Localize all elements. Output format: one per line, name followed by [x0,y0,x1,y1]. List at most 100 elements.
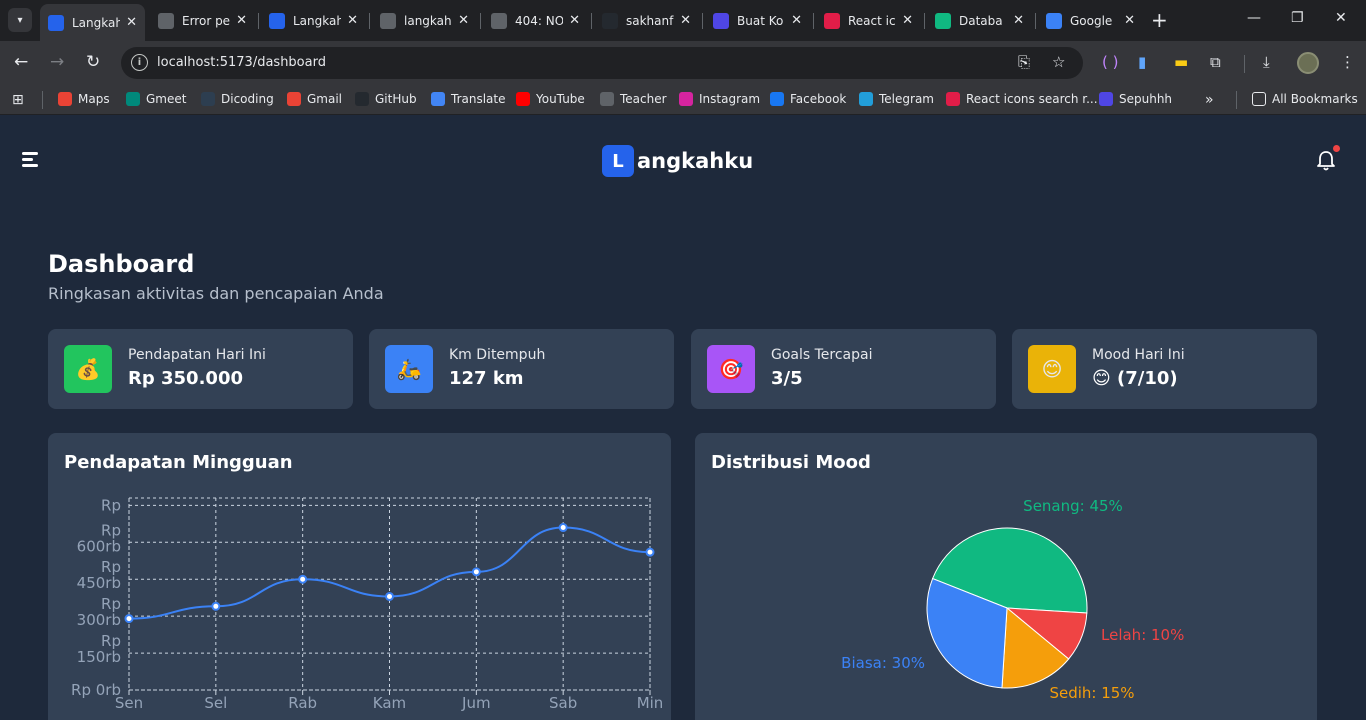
stat-label: Mood Hari Ini [1092,347,1185,363]
bookmark-favicon-icon [859,92,873,106]
tab-search-icon[interactable]: ▾ [8,8,32,32]
bookmark-item[interactable]: Dicoding [201,92,274,106]
bookmark-item[interactable]: Maps [58,92,110,106]
address-bar[interactable]: i localhost:5173/dashboard ⎘ ☆ [121,47,1083,79]
bookmark-item[interactable]: GitHub [355,92,417,106]
tab-divider [258,13,259,29]
y-tick-label: Rp 300rb [77,595,121,629]
browser-tab[interactable]: Databa ✕ [927,6,1032,35]
bookmark-item[interactable]: Facebook [770,92,846,106]
stat-card: 🎯 Goals Tercapai 3/5 [691,329,996,409]
bookmark-item[interactable]: Gmail [287,92,342,106]
bookmark-item[interactable]: Sepuhhh [1099,92,1172,106]
close-tab-icon[interactable]: ✕ [236,13,247,28]
tab-title: Langkahku [72,15,121,30]
close-window-icon[interactable]: ✕ [1335,10,1347,26]
minimize-icon[interactable]: — [1247,10,1261,26]
browser-toolbar: ← → ↻ i localhost:5173/dashboard ⎘ ☆ ( )… [0,41,1366,85]
tab-title: 404: NOT [515,13,564,28]
x-tick-label: Rab [288,694,317,712]
tab-divider [480,13,481,29]
extensions-puzzle-icon[interactable]: ⧉ [1210,53,1221,71]
toolbar-divider [1244,55,1245,73]
close-tab-icon[interactable]: ✕ [902,13,913,28]
close-tab-icon[interactable]: ✕ [458,13,469,28]
install-app-icon[interactable]: ⎘ [1018,53,1030,71]
stat-value: 😊 (7/10) [1092,368,1178,389]
close-tab-icon[interactable]: ✕ [1013,13,1024,28]
profile-avatar[interactable] [1297,52,1319,74]
stat-label: Km Ditempuh [449,347,546,363]
bookmark-label: YouTube [536,92,585,106]
stat-value: 127 km [449,368,524,389]
kebab-menu-icon[interactable]: ⋮ [1340,53,1355,71]
bookmark-favicon-icon [126,92,140,106]
site-info-icon[interactable]: i [131,54,148,71]
tab-title: langkahku [404,13,452,28]
close-tab-icon[interactable]: ✕ [569,13,580,28]
folder-extension-icon[interactable]: ▬ [1174,53,1188,71]
more-bookmarks-icon[interactable]: » [1205,92,1214,108]
hamburger-menu-icon[interactable] [22,152,42,168]
notification-bell-icon[interactable] [1316,150,1336,172]
stat-value: Rp 350.000 [128,368,243,389]
stat-card: 😊 Mood Hari Ini 😊 (7/10) [1012,329,1317,409]
y-tick-label: Rp 450rb [77,558,121,592]
bookmark-item[interactable]: Translate [431,92,506,106]
y-tick-label-part: 450rb [77,574,121,592]
back-icon[interactable]: ← [14,52,28,72]
clipboard-extension-icon[interactable]: ▮ [1138,53,1146,71]
brand-logo[interactable]: L angkahku [602,145,753,177]
stat-label: Pendapatan Hari Ini [128,347,266,363]
smile-icon: 😊 [1028,345,1076,393]
page-title: Dashboard [48,250,195,278]
browser-tab[interactable]: React ic ✕ [816,6,921,35]
browser-tab[interactable]: Google ✕ [1038,6,1143,35]
bookmark-label: Translate [451,92,506,106]
browser-tab[interactable]: Error pe ✕ [150,6,255,35]
extension-icon[interactable]: ( ) [1102,53,1118,71]
bookmark-star-icon[interactable]: ☆ [1052,53,1065,71]
bookmark-favicon-icon [1099,92,1113,106]
close-tab-icon[interactable]: ✕ [680,13,691,28]
brand-mark: L [602,145,634,177]
bookmarks-divider [1236,91,1237,109]
browser-tab[interactable]: Buat Ko ✕ [705,6,810,35]
all-bookmarks-button[interactable]: All Bookmarks [1252,92,1358,106]
y-tick-label: Rp 150rb [77,632,121,666]
x-tick-label: Sel [204,694,227,712]
income-data-point [558,523,568,533]
bookmark-item[interactable]: YouTube [516,92,585,106]
close-tab-icon[interactable]: ✕ [126,15,137,30]
browser-tab[interactable]: Langkahku ✕ [261,6,366,35]
browser-tab[interactable]: 404: NOT ✕ [483,6,588,35]
new-tab-button[interactable]: + [1151,8,1168,32]
reload-icon[interactable]: ↻ [86,52,100,72]
forward-icon[interactable]: → [50,52,64,72]
browser-tab[interactable]: sakhanf ✕ [594,6,699,35]
browser-tab[interactable]: langkahku ✕ [372,6,477,35]
download-icon[interactable]: ⤓ [1263,53,1270,71]
apps-grid-icon[interactable]: ⊞ [12,92,24,108]
tab-divider [591,13,592,29]
bookmark-item[interactable]: Gmeet [126,92,186,106]
money-bag-icon: 💰 [64,345,112,393]
tab-divider [702,13,703,29]
restore-icon[interactable]: ❐ [1291,10,1304,26]
bookmark-item[interactable]: Telegram [859,92,934,106]
url-text[interactable]: localhost:5173/dashboard [157,55,326,70]
bookmark-label: Maps [78,92,110,106]
close-tab-icon[interactable]: ✕ [791,13,802,28]
bookmark-item[interactable]: React icons search r... [946,92,1098,106]
close-tab-icon[interactable]: ✕ [347,13,358,28]
stat-card: 🛵 Km Ditempuh 127 km [369,329,674,409]
bookmark-label: Gmail [307,92,343,106]
bookmark-item[interactable]: Instagram [679,92,760,106]
mood-distribution-card: Distribusi Mood Senang: 45% Lelah: 10% Sed… [695,433,1317,720]
bookmark-item[interactable]: Teacher [600,92,667,106]
globe-icon [380,12,396,29]
browser-tab[interactable]: Langkahku ✕ [40,4,145,41]
close-tab-icon[interactable]: ✕ [1124,13,1135,28]
bookmark-label: Facebook [790,92,847,106]
stat-value: 3/5 [771,368,803,389]
